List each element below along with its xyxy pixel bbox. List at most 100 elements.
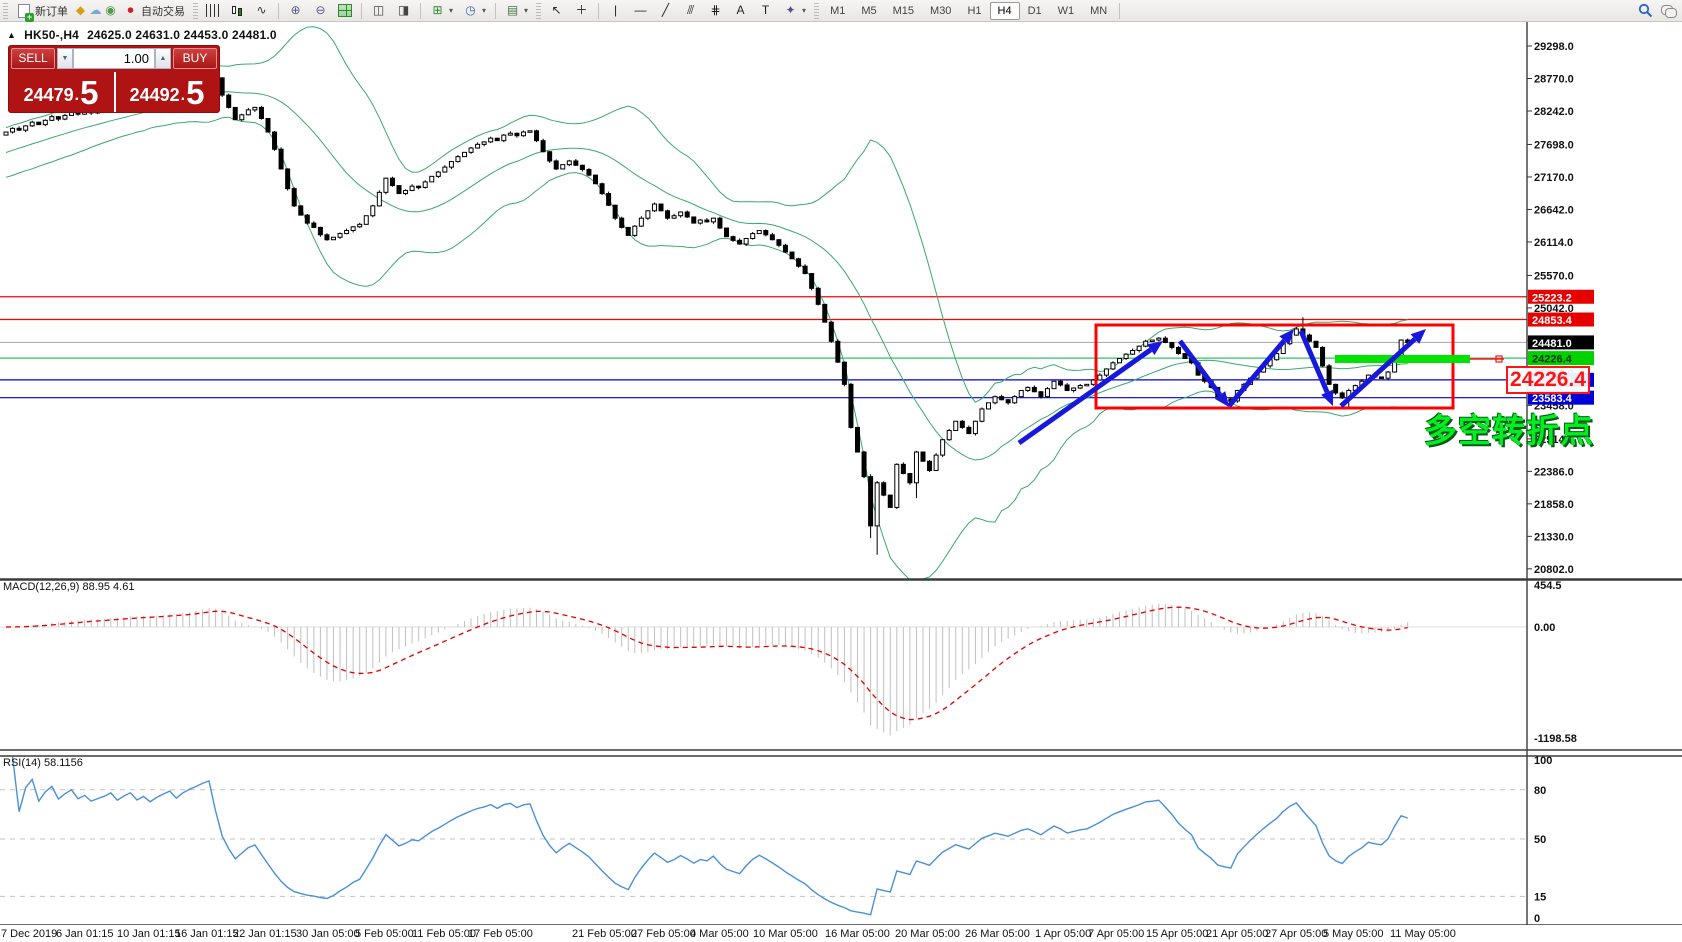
candle-body: [1006, 400, 1010, 403]
candle-body: [390, 178, 394, 185]
candle-body: [436, 172, 440, 176]
candle-body: [1013, 397, 1017, 403]
candle-body: [790, 252, 794, 259]
candle-body: [292, 189, 296, 206]
zoom-out-button[interactable]: ⊖: [308, 1, 333, 21]
line-chart-button[interactable]: ∿: [249, 1, 274, 21]
cursor-tool-button[interactable]: ↖: [544, 1, 569, 21]
candle-body: [1380, 377, 1384, 379]
sell-price-button[interactable]: 24479 . 5: [11, 73, 111, 111]
candle-body: [574, 161, 578, 165]
fibonacci-tool-button[interactable]: ⋕: [703, 1, 728, 21]
chat-icon[interactable]: [1661, 5, 1676, 17]
bar-chart-button[interactable]: [201, 1, 225, 21]
timeframe-w1-button[interactable]: W1: [1050, 2, 1083, 20]
auto-trading-button[interactable]: ⏺ 自动交易: [118, 1, 190, 21]
candle-body: [4, 132, 8, 135]
chart-canvas[interactable]: 29298.028770.028242.027698.027170.026642…: [0, 22, 1682, 942]
one-click-trading-panel: SELL ▼ 1.00 ▲ BUY 24479 . 5 24492 . 5: [8, 45, 220, 113]
range-box-annotation[interactable]: [1096, 325, 1453, 408]
collapse-panel-icon[interactable]: ▲: [7, 30, 16, 40]
candle-body: [1111, 363, 1115, 369]
symbol-title: ▲ HK50-,H4 24625.0 24631.0 24453.0 24481…: [7, 28, 277, 42]
volume-increase-button[interactable]: ▲: [155, 48, 171, 69]
timeframe-h1-button[interactable]: H1: [959, 2, 989, 20]
vline-tool-button[interactable]: |: [603, 1, 628, 21]
candle-body: [1176, 347, 1180, 353]
time-axis[interactable]: 7 Dec 20196 Jan 01:1510 Jan 01:1516 Jan …: [0, 925, 1682, 942]
candle-body: [580, 165, 584, 169]
candle-body: [934, 455, 938, 470]
label-tool-button[interactable]: T: [753, 1, 778, 21]
volume-decrease-button[interactable]: ▼: [57, 48, 73, 69]
rsi-axis-label: 15: [1534, 891, 1546, 903]
new-order-button[interactable]: 新订单: [11, 1, 73, 21]
auto-scroll-button[interactable]: ◨: [391, 1, 416, 21]
trend-arrow[interactable]: [1341, 339, 1415, 406]
candle-body: [744, 238, 748, 244]
candle-body: [633, 226, 637, 235]
timeframe-h4-button[interactable]: H4: [990, 2, 1020, 20]
candle-body: [1327, 366, 1331, 384]
price-tick-label: 21858.0: [1534, 499, 1574, 511]
arrows-tool-button[interactable]: ✦▾: [778, 1, 811, 21]
toolbar-grip[interactable]: [193, 3, 198, 19]
timeframe-mn-button[interactable]: MN: [1082, 2, 1115, 20]
template-button[interactable]: ▤▾: [500, 1, 533, 21]
hline-tool-button[interactable]: —: [628, 1, 653, 21]
trend-arrow[interactable]: [1229, 340, 1284, 406]
price-tag-label: 24226.4: [1532, 354, 1573, 366]
toolbar-grip[interactable]: [536, 3, 541, 19]
new-chart-button[interactable]: ⊞▾: [425, 1, 458, 21]
buy-price-button[interactable]: 24492 . 5: [117, 73, 217, 111]
candle-body: [646, 211, 650, 218]
channel-tool-button[interactable]: ⫻: [678, 1, 703, 21]
data-window-icon[interactable]: ☁: [88, 3, 103, 18]
price-callout-label[interactable]: 24226.4: [1506, 366, 1590, 394]
support-bar-annotation[interactable]: [1335, 355, 1470, 363]
candle-body: [1098, 375, 1102, 380]
candle-body: [541, 141, 545, 152]
cursor-icon: ↖: [549, 3, 564, 18]
time-axis-label: 30 Jan 05:00: [296, 928, 360, 940]
candle-body: [901, 464, 905, 473]
arrange-windows-button[interactable]: ◫: [366, 1, 391, 21]
toolbar-grip[interactable]: [3, 3, 8, 19]
candlestick-chart-button[interactable]: [225, 1, 249, 21]
zoom-in-button[interactable]: ⊕: [283, 1, 308, 21]
candle-body: [1334, 384, 1338, 393]
trendline-tool-button[interactable]: ╱: [653, 1, 678, 21]
sell-button[interactable]: SELL: [11, 48, 55, 69]
crosshair-tool-button[interactable]: ＋: [569, 1, 594, 21]
candle-body: [482, 142, 486, 144]
navigator-icon[interactable]: ◉: [103, 3, 118, 18]
candle-body: [757, 230, 761, 233]
toolbar-grip[interactable]: [814, 3, 819, 19]
candle-body: [613, 205, 617, 218]
candle-body: [987, 403, 991, 409]
vline-icon: |: [608, 3, 623, 18]
candle-body: [842, 362, 846, 384]
timeframe-d1-button[interactable]: D1: [1020, 2, 1050, 20]
time-axis-label: 4 Mar 05:00: [690, 928, 749, 940]
time-axis-label: 20 Mar 05:00: [895, 928, 960, 940]
buy-button[interactable]: BUY: [173, 48, 217, 69]
candle-body: [816, 288, 820, 304]
candle-body: [777, 240, 781, 246]
period-clock-icon: ◷: [463, 3, 478, 18]
trend-arrow[interactable]: [1180, 341, 1220, 395]
tile-windows-button[interactable]: [333, 1, 357, 21]
volume-input[interactable]: 1.00: [73, 48, 155, 69]
market-watch-icon[interactable]: ◆: [73, 3, 88, 18]
candle-body: [253, 107, 257, 109]
candle-body: [266, 118, 270, 132]
timeframe-m30-button[interactable]: M30: [922, 2, 959, 20]
search-icon[interactable]: [1638, 3, 1653, 18]
candle-body: [417, 186, 421, 188]
timeframe-m1-button[interactable]: M1: [822, 2, 853, 20]
text-tool-button[interactable]: A: [728, 1, 753, 21]
timeframe-m15-button[interactable]: M15: [885, 2, 922, 20]
timeframe-m5-button[interactable]: M5: [853, 2, 884, 20]
period-button[interactable]: ◷▾: [458, 1, 491, 21]
candle-body: [666, 211, 670, 218]
